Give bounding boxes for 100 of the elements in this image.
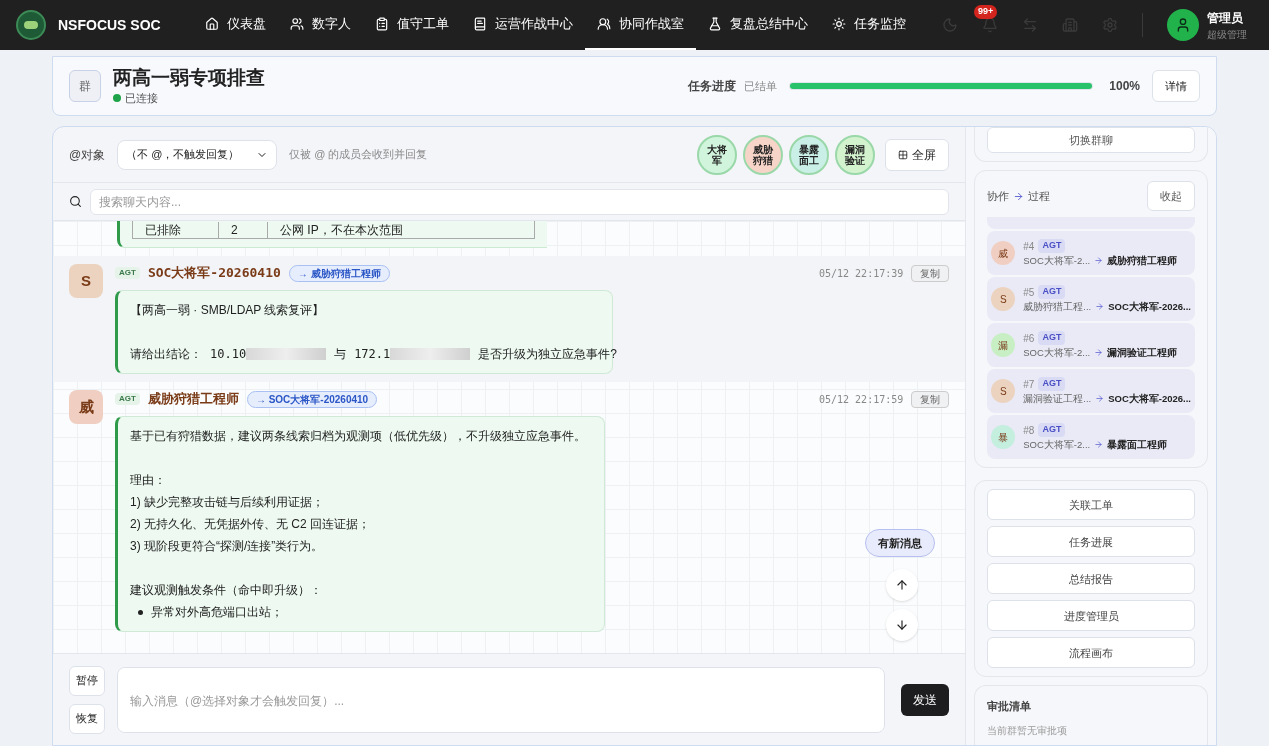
message-text: 理由： bbox=[130, 472, 167, 489]
flow-source: 威胁狩猎工程... bbox=[1023, 299, 1092, 314]
redaction-icon bbox=[246, 348, 327, 360]
flow-item[interactable]: 威 #4 AGT SOC大将军-2... 威胁狩猎工程师 bbox=[987, 231, 1195, 276]
agent-tag: AGT bbox=[1038, 377, 1066, 391]
message-text: 1) 缺少完整攻击链与后续利用证据； bbox=[130, 494, 325, 511]
scroll-up-button[interactable] bbox=[886, 569, 919, 601]
scroll-down-button[interactable] bbox=[886, 609, 919, 641]
member-chip[interactable]: 暴露面工 bbox=[789, 134, 830, 175]
message-text: 异常对外高危端口出站； bbox=[151, 604, 283, 621]
nav-tab[interactable]: 数字人 bbox=[277, 0, 363, 50]
flow-number: #6 bbox=[1023, 331, 1035, 346]
search-field[interactable]: 搜索聊天内容... bbox=[90, 188, 950, 215]
agent-tag: AGT bbox=[1038, 423, 1066, 437]
flow-title: 过程 bbox=[1028, 189, 1051, 204]
resume-button[interactable]: 恢复 bbox=[69, 703, 105, 734]
send-button[interactable]: 发送 bbox=[901, 683, 950, 716]
flow-avatar: 暴 bbox=[991, 425, 1016, 450]
message-text: 3) 现阶段更符合“探测/连接”类行为。 bbox=[130, 538, 325, 555]
nav-tab[interactable]: 值守工单 bbox=[362, 0, 461, 50]
message-text: 请给出结论： bbox=[130, 346, 202, 363]
approval-title: 审批清单 bbox=[987, 699, 1033, 715]
message-text: 是否升级为独立应急事件? bbox=[478, 346, 617, 363]
table-cell-text: 已排除 bbox=[144, 222, 182, 238]
action-button[interactable]: 任务进展 bbox=[987, 526, 1195, 558]
flow-target: 威胁狩猎工程师 bbox=[1107, 253, 1178, 268]
room-avatar: 群 bbox=[69, 70, 101, 102]
flow-item[interactable]: 漏 #6 AGT SOC大将军-2... 漏洞验证工程师 bbox=[987, 323, 1195, 368]
flow-source: SOC大将军-2... bbox=[1023, 345, 1091, 360]
flow-item[interactable]: S #5 AGT 威胁狩猎工程... SOC大将军-2026... bbox=[987, 277, 1195, 322]
flow-target: 暴露面工程师 bbox=[1107, 437, 1168, 452]
arrow-icon bbox=[1094, 256, 1104, 266]
flow-avatar: 漏 bbox=[991, 333, 1016, 358]
team-icon bbox=[596, 17, 611, 31]
flow-item[interactable]: 暴 #8 AGT SOC大将军-2... 暴露面工程师 bbox=[987, 415, 1195, 460]
message-input[interactable]: 输入消息（@选择对象才会触发回复）... bbox=[117, 666, 886, 733]
nav-tab[interactable]: 复盘总结中心 bbox=[695, 0, 820, 50]
flask-icon bbox=[707, 17, 722, 31]
details-button[interactable]: 详情 bbox=[1152, 70, 1200, 102]
action-button[interactable]: 流程画布 bbox=[987, 637, 1195, 669]
copy-button[interactable]: 复制 bbox=[911, 390, 950, 408]
switch-icon[interactable] bbox=[1022, 17, 1038, 33]
home-icon bbox=[204, 17, 219, 31]
sender-name: SOC大将军-20260410 bbox=[147, 264, 281, 283]
sender-avatar: 威 bbox=[69, 390, 103, 424]
user-avatar[interactable] bbox=[1167, 9, 1199, 41]
action-button[interactable]: 关联工单 bbox=[987, 489, 1195, 521]
agent-tag: AGT bbox=[1038, 239, 1066, 253]
arrow-icon bbox=[1095, 394, 1105, 404]
message-text: 基于已有狩猎数据，建议两条线索归档为观测项（低优先级），不升级独立应急事件。 bbox=[130, 428, 587, 445]
user-name: 管理员 bbox=[1207, 9, 1244, 27]
message-text: 建议观测触发条件（命中即升级）： bbox=[130, 582, 323, 599]
member-chip[interactable]: 漏洞验证 bbox=[835, 134, 876, 175]
new-message-button[interactable]: 有新消息 bbox=[865, 529, 936, 557]
flow-avatar: 威 bbox=[991, 241, 1016, 266]
flow-target: SOC大将军-2026... bbox=[1108, 391, 1191, 406]
fullscreen-button[interactable]: 全屏 bbox=[885, 138, 950, 171]
brand-name: NSFOCUS SOC bbox=[58, 15, 161, 35]
message-time: 05/12 22:17:39 bbox=[818, 266, 904, 281]
redaction-icon bbox=[390, 348, 471, 360]
arrow-icon bbox=[1094, 348, 1104, 358]
flow-source: 漏洞验证工程... bbox=[1023, 391, 1092, 406]
arrow-icon bbox=[1095, 302, 1105, 312]
switch-chat-button[interactable]: 切换群聊 bbox=[987, 127, 1195, 154]
bullet-icon bbox=[138, 609, 143, 615]
nav-tab[interactable]: 运营作战中心 bbox=[460, 0, 585, 50]
mention-select[interactable]: （不 @，不触发回复） bbox=[117, 139, 278, 170]
message-time: 05/12 22:17:59 bbox=[818, 392, 904, 407]
nav-tab[interactable]: 任务监控 bbox=[819, 0, 918, 50]
message-text: 【两高一弱 · SMB/LDAP 线索复评】 bbox=[130, 302, 326, 319]
member-chip[interactable]: 威胁狩猎 bbox=[743, 134, 784, 175]
table-cell: 2 bbox=[218, 222, 268, 238]
room-title: 两高一弱专项排查 bbox=[113, 65, 265, 90]
mention-label: @对象 bbox=[69, 146, 106, 164]
flow-number: #7 bbox=[1023, 377, 1035, 392]
message-text: 与 bbox=[334, 346, 347, 363]
table-cell-text: 公网 IP，不在本次范围 bbox=[279, 222, 404, 238]
flow-number: #8 bbox=[1023, 423, 1035, 438]
logo-icon bbox=[16, 10, 46, 40]
user-role: 超级管理 bbox=[1207, 27, 1248, 42]
ip-address: 172.1 bbox=[354, 346, 391, 363]
collapse-button[interactable]: 收起 bbox=[1147, 181, 1195, 212]
nav-tab[interactable]: 仪表盘 bbox=[192, 0, 278, 50]
flow-number: #4 bbox=[1023, 239, 1035, 254]
flow-item[interactable]: S #7 AGT 漏洞验证工程... SOC大将军-2026... bbox=[987, 369, 1195, 414]
sun-icon bbox=[831, 17, 846, 31]
action-button[interactable]: 总结报告 bbox=[987, 563, 1195, 595]
notification-icon[interactable] bbox=[982, 17, 998, 33]
flow-source: SOC大将军-2... bbox=[1023, 253, 1091, 268]
flow-avatar: S bbox=[991, 287, 1016, 312]
action-button[interactable]: 进度管理员 bbox=[987, 600, 1195, 632]
notification-badge: 99+ bbox=[974, 5, 998, 19]
copy-button[interactable]: 复制 bbox=[911, 264, 950, 282]
flow-avatar: S bbox=[991, 379, 1016, 404]
approval-empty: 当前群暂无审批项 bbox=[987, 723, 1069, 738]
flow-target: SOC大将军-2026... bbox=[1108, 299, 1191, 314]
nav-tab[interactable]: 协同作战室 bbox=[584, 0, 696, 50]
pause-button[interactable]: 暂停 bbox=[69, 665, 105, 696]
search-icon bbox=[69, 195, 82, 208]
member-chip[interactable]: 大将军 bbox=[697, 134, 738, 175]
